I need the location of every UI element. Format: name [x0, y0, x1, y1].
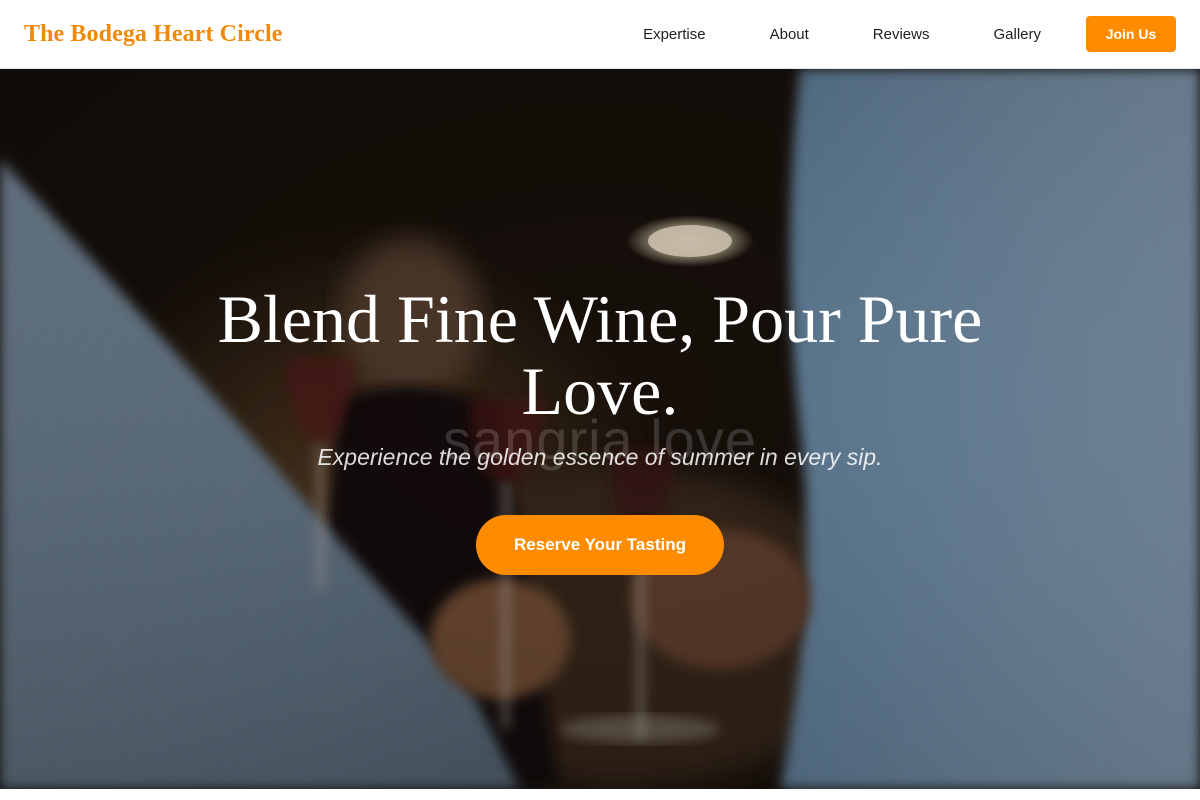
brand-logo[interactable]: The Bodega Heart Circle — [24, 21, 282, 48]
nav-link-gallery[interactable]: Gallery — [993, 26, 1041, 43]
page-bottom-edge — [0, 789, 1200, 800]
top-navbar: The Bodega Heart Circle Expertise About … — [0, 0, 1200, 69]
hero-content: sangria love Blend Fine Wine, Pour Pure … — [0, 69, 1200, 789]
nav-link-about[interactable]: About — [770, 26, 809, 43]
nav-link-expertise[interactable]: Expertise — [643, 26, 706, 43]
join-us-button[interactable]: Join Us — [1086, 16, 1176, 52]
reserve-tasting-button[interactable]: Reserve Your Tasting — [476, 515, 724, 575]
nav-link-reviews[interactable]: Reviews — [873, 26, 930, 43]
hero-title: Blend Fine Wine, Pour Pure Love. — [217, 281, 983, 429]
nav-links: Expertise About Reviews Gallery Join Us — [643, 16, 1176, 52]
hero-subtitle: Experience the golden essence of summer … — [317, 444, 883, 470]
hero-section: sangria love Blend Fine Wine, Pour Pure … — [0, 69, 1200, 789]
